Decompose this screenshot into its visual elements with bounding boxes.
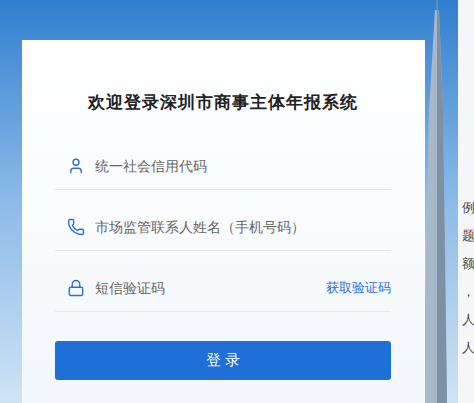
tower-icon bbox=[425, 0, 457, 403]
field-input[interactable] bbox=[95, 156, 391, 177]
background-text-line: 人 bbox=[462, 340, 474, 356]
background-area: 例题额 ， 人人 bbox=[425, 0, 474, 403]
form-field: 获取验证码 bbox=[55, 251, 391, 312]
login-button[interactable]: 登 录 bbox=[55, 341, 391, 380]
background-text: 例题额 ， 人人 bbox=[458, 0, 474, 403]
sky-strip bbox=[0, 0, 22, 403]
form-field bbox=[55, 129, 391, 190]
field-input[interactable] bbox=[95, 278, 316, 299]
background-text-line: 例 bbox=[462, 200, 474, 216]
form-field bbox=[55, 190, 391, 251]
lock-icon bbox=[67, 279, 85, 297]
page: 欢迎登录深圳市商事主体年报系统获取验证码登 录 例题额 ， 人人 bbox=[0, 0, 474, 403]
background-text-line: 题 bbox=[462, 228, 474, 244]
background-text-line: ， bbox=[462, 284, 474, 300]
background-text-line: 额 bbox=[462, 256, 474, 272]
login-title: 欢迎登录深圳市商事主体年报系统 bbox=[55, 92, 391, 114]
background-text-line: 人 bbox=[462, 312, 474, 328]
phone-icon bbox=[67, 218, 85, 236]
user-icon bbox=[67, 157, 85, 175]
login-card: 欢迎登录深圳市商事主体年报系统获取验证码登 录 bbox=[22, 40, 425, 403]
get-code-link[interactable]: 获取验证码 bbox=[326, 278, 391, 298]
field-input[interactable] bbox=[95, 217, 391, 238]
